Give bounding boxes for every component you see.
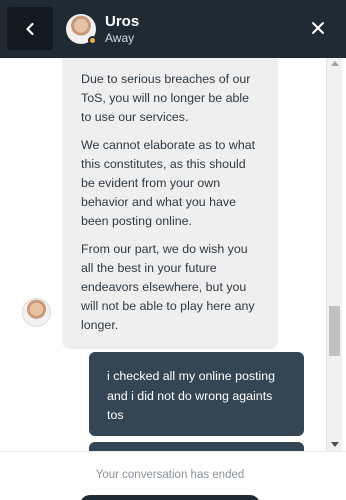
message-paragraph: Due to serious breaches of our ToS, you … bbox=[81, 72, 251, 124]
close-button[interactable] bbox=[308, 18, 328, 38]
incoming-message: Due to serious breaches of our ToS, you … bbox=[62, 58, 278, 349]
chat-footer: Your conversation has ended bbox=[0, 451, 346, 500]
scroll-thumb[interactable] bbox=[329, 306, 340, 356]
footer-action-button[interactable] bbox=[80, 495, 260, 500]
back-button[interactable] bbox=[7, 7, 53, 50]
chevron-left-icon bbox=[26, 22, 34, 35]
status-indicator bbox=[88, 36, 97, 45]
conversation-ended-notice: Your conversation has ended bbox=[95, 469, 245, 481]
chat-header: Uros Away bbox=[0, 0, 346, 58]
agent-status: Away bbox=[105, 31, 135, 45]
scroll-down-arrow-icon[interactable] bbox=[331, 442, 339, 447]
agent-avatar-wrap bbox=[66, 14, 97, 45]
chat-scrollbar[interactable] bbox=[326, 58, 342, 451]
message-paragraph: From our part, we do wish you all the be… bbox=[81, 242, 255, 332]
message-paragraph: We cannot elaborate as to what this cons… bbox=[81, 138, 256, 228]
outgoing-message-partial bbox=[89, 442, 304, 451]
outgoing-message: i checked all my online posting and i di… bbox=[89, 352, 304, 436]
agent-name: Uros bbox=[105, 13, 140, 30]
message-avatar bbox=[22, 298, 51, 327]
message-text: i checked all my online posting and i di… bbox=[107, 369, 276, 422]
message-list[interactable]: Due to serious breaches of our ToS, you … bbox=[0, 58, 346, 451]
close-icon bbox=[312, 22, 324, 34]
scroll-up-arrow-icon[interactable] bbox=[331, 61, 339, 66]
